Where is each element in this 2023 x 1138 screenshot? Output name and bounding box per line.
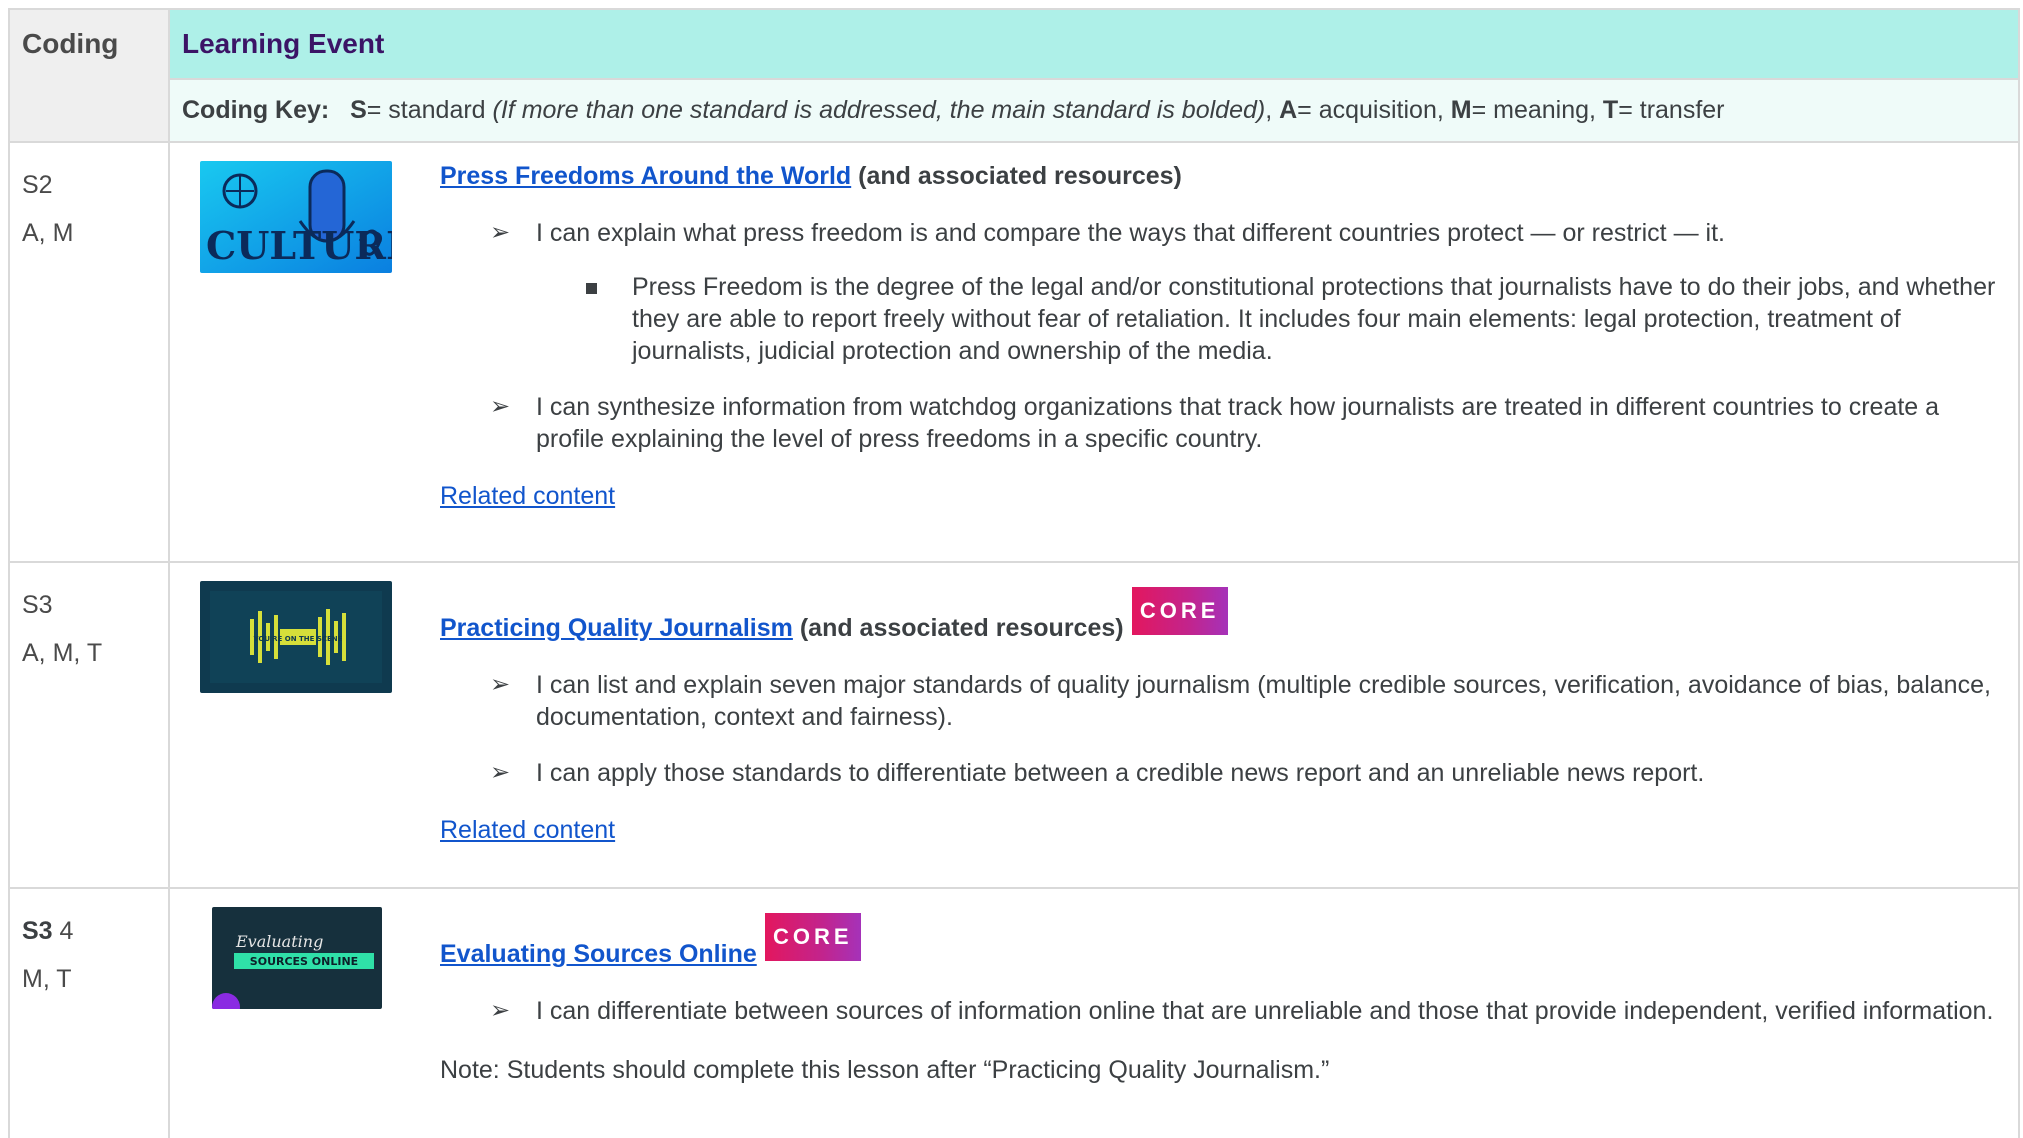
lesson-title: Practicing Quality Journalism (and assoc… (440, 587, 1998, 659)
thumbnail-caption: CULTURE OF FEAR (206, 223, 392, 268)
event-cell: CULTURE OF FEAR Press Freedoms Around th… (168, 141, 2020, 563)
coding-cell: S2 A, M (8, 141, 170, 563)
stage-code: A, M, T (22, 639, 103, 667)
coding-key-s-text: = standard (366, 96, 493, 124)
coding-key-t-text: = transfer (1618, 96, 1725, 124)
thumbnail-caption: SOURCES ONLINE (250, 955, 358, 968)
standard-code: S3 (22, 591, 53, 619)
main-standard-code: S3 (22, 917, 53, 945)
lesson-title-link[interactable]: Press Freedoms Around the World (440, 162, 851, 190)
objective-text: I can differentiate between sources of i… (536, 997, 1994, 1025)
core-badge: CORE (1131, 587, 1228, 635)
related-content: Related content (440, 479, 1998, 513)
standard-code: S3 4 (22, 907, 156, 955)
arrow-bullet-icon: ➢ (490, 393, 511, 420)
event-cell: YOU'RE ON THE SCENE Practicing Quality J… (168, 561, 2020, 889)
standard-code: S2 (22, 171, 53, 199)
learning-event-header-label: Learning Event (182, 28, 385, 59)
arrow-bullet-icon: ➢ (490, 997, 511, 1024)
lesson-thumbnail[interactable]: Evaluating SOURCES ONLINE (212, 907, 382, 1009)
coding-key-s-note: (If more than one standard is addressed,… (492, 96, 1266, 124)
thumbnail-caption: YOU'RE ON THE SCENE (253, 635, 343, 643)
related-content-link[interactable]: Related content (440, 816, 615, 844)
lesson-thumbnail[interactable]: YOU'RE ON THE SCENE (200, 581, 392, 693)
coding-key-a: A (1279, 96, 1298, 124)
arrow-bullet-icon: ➢ (490, 759, 511, 786)
related-content-link[interactable]: Related content (440, 482, 615, 510)
coding-cell: S3 4 M, T (8, 887, 170, 1138)
coding-header: Coding (8, 8, 170, 143)
arrow-bullet-icon: ➢ (490, 219, 511, 246)
coding-key-sep: , (1265, 96, 1280, 124)
page: Coding Learning Event Coding Key: S= sta… (0, 0, 2023, 1138)
objective-item: ➢ I can explain what press freedom is an… (440, 217, 1998, 249)
objective-text: I can synthesize information from watchd… (536, 393, 1940, 453)
square-bullet-icon (586, 283, 597, 294)
event-content: Press Freedoms Around the World (and ass… (440, 159, 1998, 513)
objective-text: I can explain what press freedom is and … (536, 219, 1725, 247)
event-content: Evaluating Sources OnlineCORE ➢ I can di… (440, 913, 1998, 1087)
objective-item: ➢ I can list and explain seven major sta… (440, 669, 1998, 733)
arrow-bullet-icon: ➢ (490, 671, 511, 698)
core-badge: CORE (764, 913, 861, 961)
coding-key-t: T (1602, 96, 1619, 124)
lesson-title: Press Freedoms Around the World (and ass… (440, 159, 1998, 193)
stage-code: A, M (22, 219, 74, 247)
learning-events-table: Coding Learning Event Coding Key: S= sta… (8, 8, 2020, 1138)
stage-code: M, T (22, 965, 72, 993)
learning-event-header: Learning Event (168, 8, 2020, 80)
objective-item: ➢ I can differentiate between sources of… (440, 995, 1998, 1027)
table-row: S3 A, M, T YOU'RE ON THE SCENE Practicin… (8, 561, 2020, 889)
coding-key-prefix: Coding Key: (182, 96, 330, 124)
definition-text: Press Freedom is the degree of the legal… (632, 273, 1996, 365)
event-cell: Evaluating SOURCES ONLINE Evaluating Sou… (168, 887, 2020, 1138)
coding-header-label: Coding (22, 28, 119, 59)
coding-cell: S3 A, M, T (8, 561, 170, 889)
lesson-note: Note: Students should complete this less… (440, 1056, 1330, 1084)
objective-item: ➢ I can synthesize information from watc… (440, 391, 1998, 455)
table-row: S2 A, M CULTUR Press Freedoms Around the… (8, 141, 2020, 563)
coding-key-m-text: = meaning, (1471, 96, 1603, 124)
coding-key-m: M (1450, 96, 1472, 124)
objective-text: I can list and explain seven major stand… (536, 671, 1991, 731)
coding-key-a-text: = acquisition, (1297, 96, 1451, 124)
lesson-title-link[interactable]: Evaluating Sources Online (440, 940, 757, 968)
coding-key-s: S (350, 96, 367, 124)
lesson-title-suffix: (and associated resources) (792, 614, 1124, 642)
related-content: Related content (440, 813, 1998, 847)
secondary-standard-code: 4 (52, 917, 74, 945)
lesson-title: Evaluating Sources OnlineCORE (440, 913, 1998, 985)
lesson-thumbnail[interactable]: CULTURE OF FEAR (200, 161, 392, 273)
lesson-title-suffix: (and associated resources) (851, 162, 1182, 190)
objective-text: I can apply those standards to different… (536, 759, 1705, 787)
lesson-title-link[interactable]: Practicing Quality Journalism (440, 614, 793, 642)
thumbnail-caption: Evaluating (235, 932, 323, 951)
event-content: Practicing Quality Journalism (and assoc… (440, 587, 1998, 847)
coding-key: Coding Key: S= standard (If more than on… (168, 78, 2020, 143)
objective-item: ➢ I can apply those standards to differe… (440, 757, 1998, 789)
definition-item: Press Freedom is the degree of the legal… (440, 271, 1998, 367)
table-row: S3 4 M, T Evaluating SOURCES ONLINE Eval… (8, 887, 2020, 1138)
